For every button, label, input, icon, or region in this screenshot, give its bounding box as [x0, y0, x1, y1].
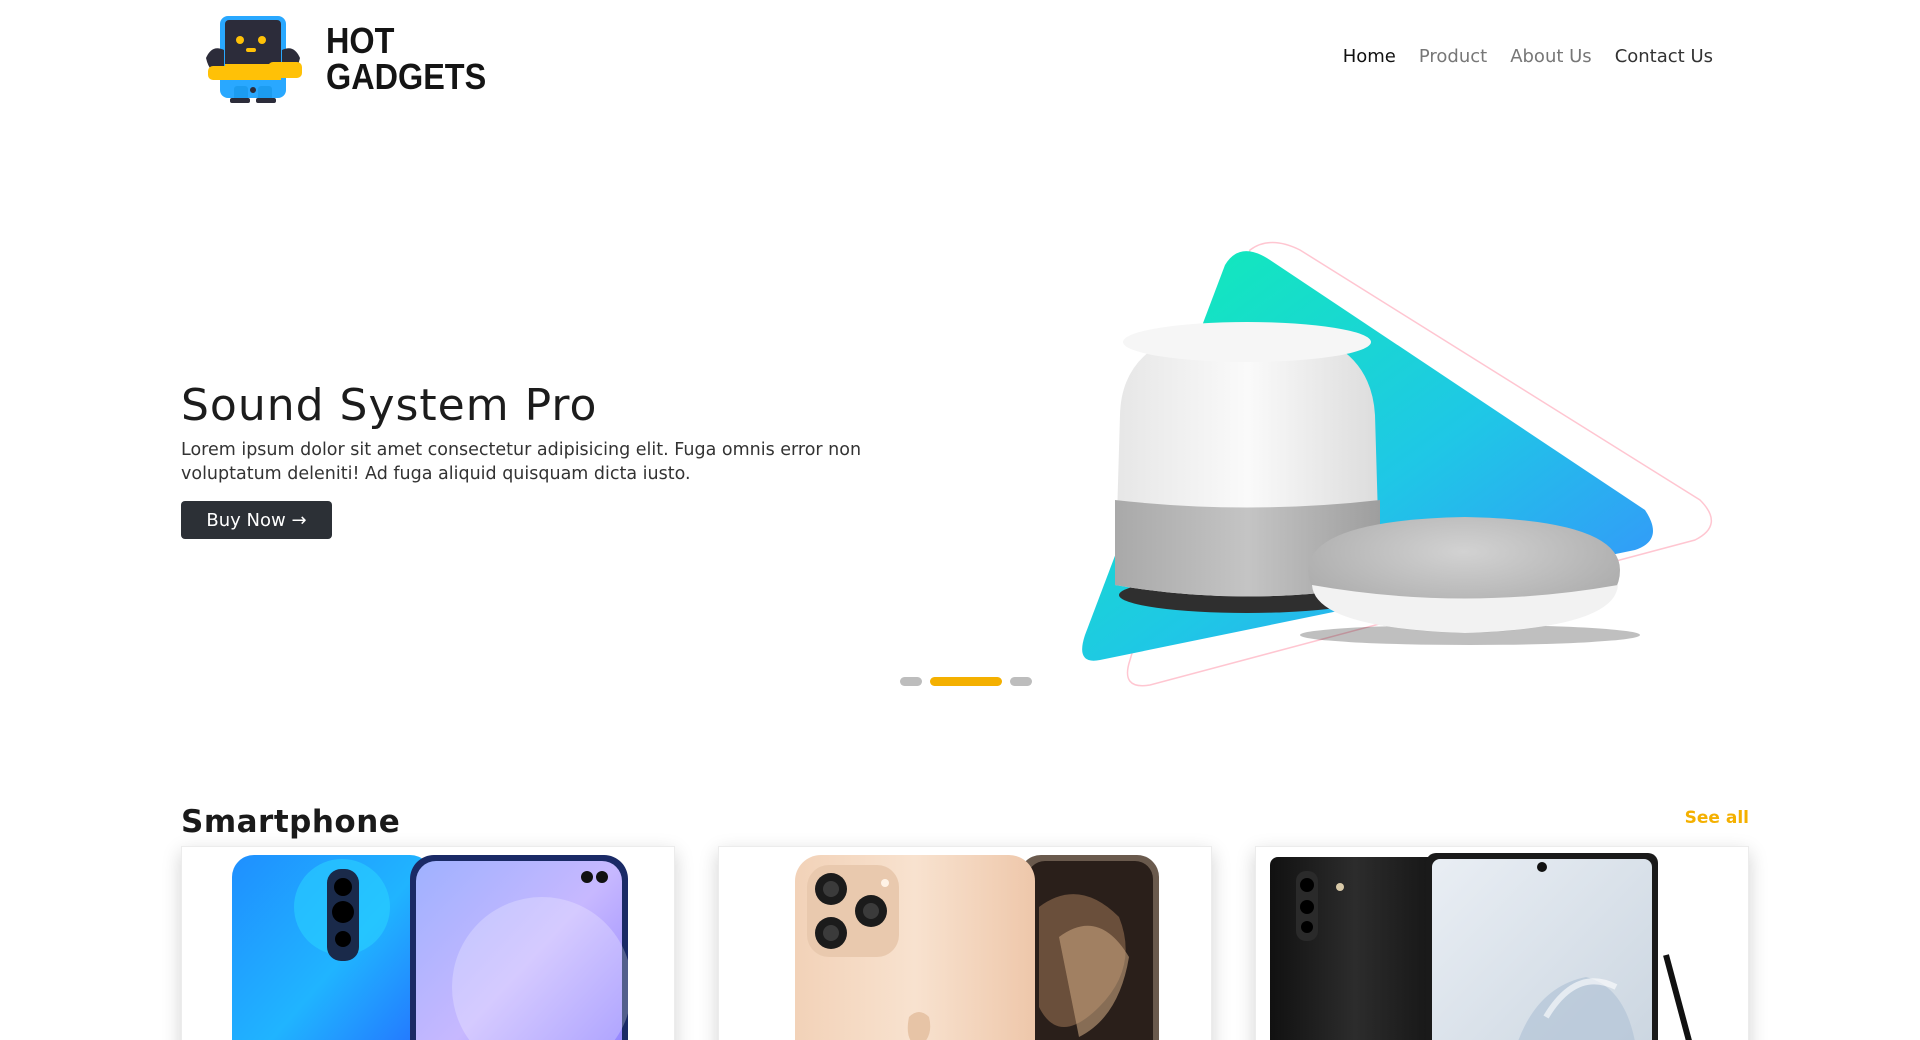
smart-speaker-image	[1082, 241, 1712, 687]
product-card[interactable]	[1255, 846, 1749, 1040]
product-card[interactable]	[181, 846, 675, 1040]
product-card[interactable]	[718, 846, 1212, 1040]
black-samsung-note-image	[1270, 853, 1692, 1040]
nav-home[interactable]: Home	[1343, 46, 1396, 67]
site-header: HOT GADGETS Home Product About Us Contac…	[0, 0, 1920, 110]
hero-description: Lorem ipsum dolor sit amet consectetur a…	[181, 440, 862, 484]
section-title: Smartphone	[181, 804, 401, 840]
gold-iphone-image	[795, 855, 1159, 1040]
page: HOT GADGETS Home Product About Us Contac…	[0, 0, 1920, 1040]
brand-line-2: GADGETS	[326, 56, 487, 97]
blue-android-phone-image	[232, 855, 632, 1040]
carousel-indicators	[900, 677, 1032, 686]
main-nav: Home Product About Us Contact Us	[1343, 46, 1713, 67]
brand-name: HOT GADGETS	[326, 23, 486, 95]
nav-product[interactable]: Product	[1419, 46, 1487, 67]
carousel-dot-1[interactable]	[900, 677, 922, 686]
nav-contact-us[interactable]: Contact Us	[1615, 46, 1713, 67]
carousel-dot-3[interactable]	[1010, 677, 1032, 686]
see-all-link[interactable]: See all	[1685, 808, 1749, 828]
nav-about-us[interactable]: About Us	[1510, 46, 1592, 67]
brand-line-1: HOT	[326, 20, 395, 61]
hero-title: Sound System Pro	[181, 380, 598, 431]
buy-now-button[interactable]: Buy Now →	[181, 501, 332, 539]
product-grid	[181, 846, 1749, 1040]
robot-logo-icon	[206, 16, 302, 103]
brand-logo[interactable]: HOT GADGETS	[202, 14, 504, 104]
carousel-dot-2[interactable]	[930, 677, 1002, 686]
